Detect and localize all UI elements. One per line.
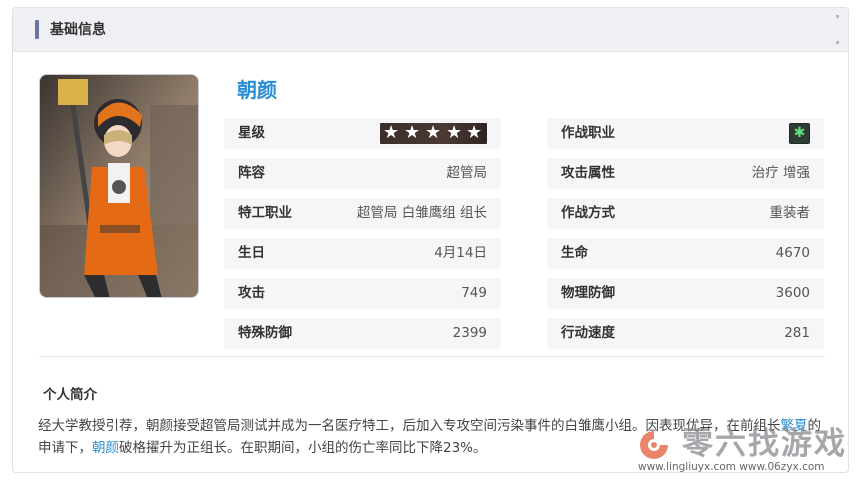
stat-row-speed: 行动速度 281 bbox=[547, 318, 824, 349]
watermark-url: www.lingliuyx.com www.06zyx.com bbox=[638, 461, 825, 473]
stat-row-star: 星级 ★ ★ ★ ★ ★ bbox=[224, 118, 501, 149]
stat-label: 作战职业 bbox=[561, 125, 615, 141]
stat-value: 281 bbox=[784, 325, 810, 341]
stat-label: 生日 bbox=[238, 245, 265, 261]
star-icon: ★ bbox=[466, 122, 483, 143]
star-icon: ★ bbox=[446, 122, 463, 143]
stat-label: 攻击 bbox=[238, 285, 265, 301]
stat-label: 阵容 bbox=[238, 165, 265, 181]
star-icon: ★ bbox=[383, 122, 400, 143]
stat-row-attack-attribute: 攻击属性 治疗 增强 bbox=[547, 158, 824, 189]
header-accent-bar bbox=[35, 20, 39, 39]
stat-label: 特工职业 bbox=[238, 205, 292, 221]
stat-label: 物理防御 bbox=[561, 285, 615, 301]
watermark-logo-text: 零六找游戏 bbox=[682, 426, 847, 462]
stat-label: 行动速度 bbox=[561, 325, 615, 341]
intro-title: 个人简介 bbox=[43, 387, 97, 403]
stat-value: 2399 bbox=[452, 325, 487, 341]
stat-label: 生命 bbox=[561, 245, 588, 261]
card-header: 基础信息 bbox=[13, 8, 848, 52]
stat-value: 4月14日 bbox=[434, 245, 487, 261]
stat-label: 特殊防御 bbox=[238, 325, 292, 341]
site-watermark: 零六找游戏 www.lingliuyx.com www.06zyx.com bbox=[634, 425, 854, 481]
site-logo-icon bbox=[640, 431, 668, 459]
stat-value: 重装者 bbox=[769, 205, 811, 221]
character-link-chaoyan[interactable]: 朝颜 bbox=[92, 440, 119, 456]
stat-row-attack: 攻击 749 bbox=[224, 278, 501, 309]
stat-value: 超管局 白雏鹰组 组长 bbox=[356, 205, 487, 221]
stat-value: 749 bbox=[461, 285, 487, 301]
basic-info-card: 基础信息 朝颜 星级 ★ ★ ★ ★ ★ 阵容 超管局 特工职业 超管局 白雏鹰… bbox=[12, 7, 849, 473]
character-portrait-icon bbox=[40, 75, 198, 297]
star-icon: ★ bbox=[404, 122, 421, 143]
stat-label: 作战方式 bbox=[561, 205, 615, 221]
stat-row-faction: 阵容 超管局 bbox=[224, 158, 501, 189]
stat-row-combat-style: 作战方式 重装者 bbox=[547, 198, 824, 229]
stat-value: 治疗 增强 bbox=[751, 165, 810, 181]
character-portrait bbox=[39, 74, 199, 298]
stat-label: 星级 bbox=[238, 125, 265, 141]
corner-dot bbox=[836, 41, 839, 44]
stat-row-combat-class: 作战职业 ✱ bbox=[547, 118, 824, 149]
intro-text-part: 破格擢升为正组长。在职期间，小组的伤亡率同比下降23%。 bbox=[119, 440, 487, 456]
stat-row-special-defense: 特殊防御 2399 bbox=[224, 318, 501, 349]
character-name: 朝颜 bbox=[237, 78, 277, 102]
stat-label: 攻击属性 bbox=[561, 165, 615, 181]
stat-row-agent-class: 特工职业 超管局 白雏鹰组 组长 bbox=[224, 198, 501, 229]
star-rating: ★ ★ ★ ★ ★ bbox=[380, 122, 487, 144]
card-title: 基础信息 bbox=[50, 22, 106, 38]
corner-dot bbox=[836, 15, 839, 18]
stat-row-birthday: 生日 4月14日 bbox=[224, 238, 501, 269]
stat-row-hp: 生命 4670 bbox=[547, 238, 824, 269]
stat-row-physical-defense: 物理防御 3600 bbox=[547, 278, 824, 309]
healer-class-icon: ✱ bbox=[789, 123, 810, 144]
stat-value: 超管局 bbox=[446, 165, 488, 181]
stat-value: 4670 bbox=[775, 245, 810, 261]
section-divider bbox=[39, 356, 825, 357]
stat-value: 3600 bbox=[775, 285, 810, 301]
star-icon: ★ bbox=[425, 122, 442, 143]
